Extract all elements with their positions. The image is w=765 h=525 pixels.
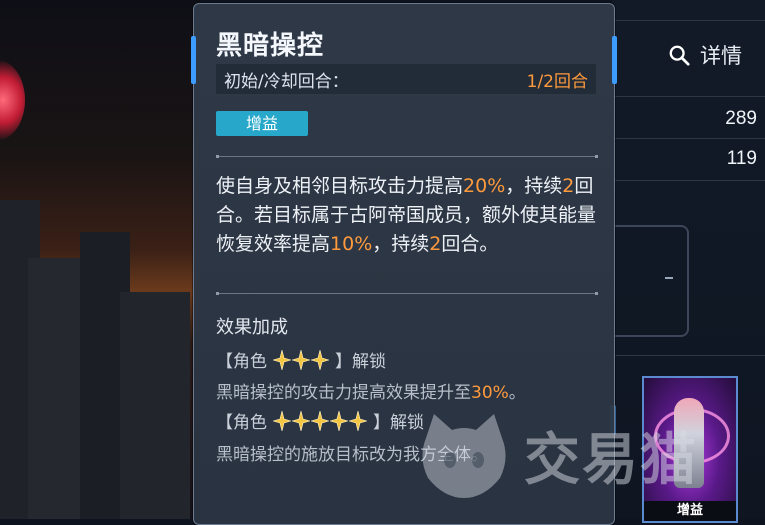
bonus-heading: 效果加成 — [216, 317, 288, 338]
desc-text: ，持续 — [372, 233, 430, 255]
slot-dash-icon — [665, 277, 673, 279]
cooldown-value: 1/2回合 — [526, 71, 588, 92]
bonus-requirement: 【角色 】解锁 — [216, 408, 424, 433]
star-icon — [349, 410, 367, 431]
star-rating — [273, 349, 329, 370]
panel-divider — [612, 355, 765, 356]
panel-divider — [612, 138, 765, 139]
bonus-prefix: 【角色 — [216, 413, 267, 433]
bonus-detail: 黑暗操控的施放目标改为我方全体。 — [216, 445, 488, 465]
star-rating — [273, 410, 367, 431]
panel-divider — [612, 20, 765, 21]
card-type-tag: 增益 — [644, 501, 736, 521]
search-icon — [669, 45, 690, 66]
desc-text: 回合。 — [441, 233, 499, 255]
star-icon — [292, 410, 310, 431]
desc-text: ，持续 — [505, 175, 563, 197]
star-icon — [330, 410, 348, 431]
bonus-detail-value: 30% — [471, 383, 509, 403]
section-divider — [216, 292, 598, 295]
star-icon — [311, 349, 329, 370]
details-label: 详情 — [700, 44, 742, 68]
desc-value: 2 — [562, 175, 575, 197]
desc-value: 20% — [463, 175, 506, 197]
tooltip-accent — [191, 36, 196, 84]
character-figure — [674, 398, 704, 488]
skill-title: 黑暗操控 — [216, 31, 325, 61]
star-icon — [292, 349, 310, 370]
panel-divider — [612, 96, 765, 97]
panel-divider — [612, 180, 765, 181]
skill-slot-frame[interactable] — [612, 225, 689, 337]
bonus-suffix: 】解锁 — [335, 352, 386, 372]
desc-text: 使自身及相邻目标攻击力提高 — [216, 175, 464, 197]
star-icon — [273, 410, 291, 431]
building — [28, 258, 86, 519]
desc-value: 2 — [429, 233, 442, 255]
bonus-detail: 黑暗操控的攻击力提高效果提升至30%。 — [216, 378, 526, 403]
bonus-detail-text: 。 — [508, 383, 526, 403]
bonus-prefix: 【角色 — [216, 352, 267, 372]
bonus-suffix: 】解锁 — [373, 413, 424, 433]
skill-card[interactable]: 增益 — [642, 376, 738, 523]
stat-value: 289 — [725, 108, 757, 129]
star-icon — [273, 349, 291, 370]
skill-description: 使自身及相邻目标攻击力提高20%，持续2回合。若目标属于古阿帝国成员，额外使其能… — [216, 172, 601, 259]
details-button[interactable]: 详情 — [668, 40, 742, 70]
cooldown-bar: 初始/冷却回合： 1/2回合 — [216, 64, 596, 94]
tooltip-accent — [612, 36, 617, 84]
bonus-detail-text: 黑暗操控的攻击力提高效果提升至 — [216, 383, 471, 403]
star-icon — [311, 410, 329, 431]
skill-type-badge: 增益 — [216, 111, 308, 136]
desc-value: 10% — [330, 233, 373, 255]
building — [120, 292, 190, 519]
section-divider — [216, 155, 598, 158]
stat-value: 119 — [726, 148, 757, 169]
bonus-requirement: 【角色 】解锁 — [216, 347, 386, 372]
skill-tooltip: 黑暗操控 初始/冷却回合： 1/2回合 增益 使自身及相邻目标攻击力提高20%，… — [191, 3, 617, 525]
cooldown-label: 初始/冷却回合： — [224, 71, 349, 92]
